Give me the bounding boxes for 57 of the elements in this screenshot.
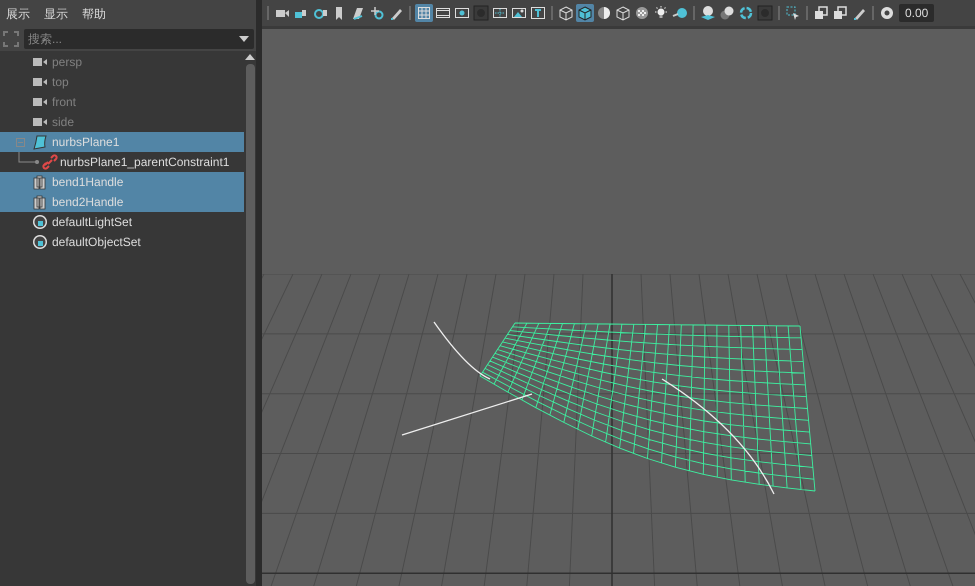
dropdown-caret-icon[interactable] <box>237 34 251 44</box>
toolbar-button[interactable] <box>718 4 736 22</box>
spheres-icon <box>719 5 735 21</box>
wire-cube-icon <box>615 5 631 21</box>
camera-icon <box>32 76 48 88</box>
half-icon <box>596 5 612 21</box>
toolbar-button[interactable] <box>368 4 386 22</box>
tree-connector-icon <box>18 152 40 164</box>
cross-icon <box>492 5 508 21</box>
scrollbar[interactable] <box>244 51 256 586</box>
search-field[interactable]: 搜索... <box>24 29 254 49</box>
toolbar-button[interactable] <box>878 4 896 22</box>
surface-icon <box>32 134 48 150</box>
toolbar-button[interactable] <box>595 4 613 22</box>
select-icon <box>785 5 801 21</box>
collapse-toggle[interactable] <box>16 138 25 146</box>
toolbar-button[interactable] <box>557 4 575 22</box>
menu-item[interactable]: 展示 <box>6 6 30 22</box>
checker-icon <box>634 5 650 21</box>
toolbar-button[interactable] <box>831 4 849 22</box>
toolbar-button[interactable] <box>576 4 594 22</box>
bend-handle-icon <box>32 174 48 190</box>
menu-item[interactable]: 帮助 <box>82 6 106 22</box>
set-icon <box>32 214 48 230</box>
toolbar-button[interactable] <box>737 4 755 22</box>
wire-cube-icon <box>558 5 574 21</box>
text-icon <box>530 5 546 21</box>
film-icon <box>435 5 451 21</box>
layers-icon <box>813 5 829 21</box>
menu-item[interactable]: 显示 <box>44 6 68 22</box>
image-icon <box>511 5 527 21</box>
camera-icon <box>32 96 48 108</box>
plane-icon <box>350 5 366 21</box>
set-icon <box>32 234 48 250</box>
toolbar-button[interactable] <box>614 4 632 22</box>
sphere-icon <box>700 5 716 21</box>
toolbar-button[interactable] <box>633 4 651 22</box>
camera-icon <box>32 56 48 68</box>
layers-icon <box>832 5 848 21</box>
scroll-up-icon[interactable] <box>245 54 255 60</box>
outliner-item[interactable]: defaultObjectSet <box>0 232 244 252</box>
ring-icon <box>738 5 754 21</box>
toolbar-button[interactable] <box>812 4 830 22</box>
link-icon <box>42 154 58 170</box>
exposure-field[interactable]: 0.00 <box>899 4 934 22</box>
toolbar-button[interactable] <box>699 4 717 22</box>
camera-icon <box>32 116 48 128</box>
zoom-icon <box>369 5 385 21</box>
light-icon <box>653 5 669 21</box>
outliner-item[interactable]: defaultLightSet <box>0 212 244 232</box>
bend-handle-icon <box>32 194 48 210</box>
solid-cube-icon <box>577 5 593 21</box>
ball-icon <box>672 5 688 21</box>
aperture-icon <box>879 5 895 21</box>
toolbar-button[interactable] <box>529 4 547 22</box>
grid-icon <box>416 5 432 21</box>
outliner-item[interactable]: nurbsPlane1_parentConstraint1 <box>0 152 244 172</box>
